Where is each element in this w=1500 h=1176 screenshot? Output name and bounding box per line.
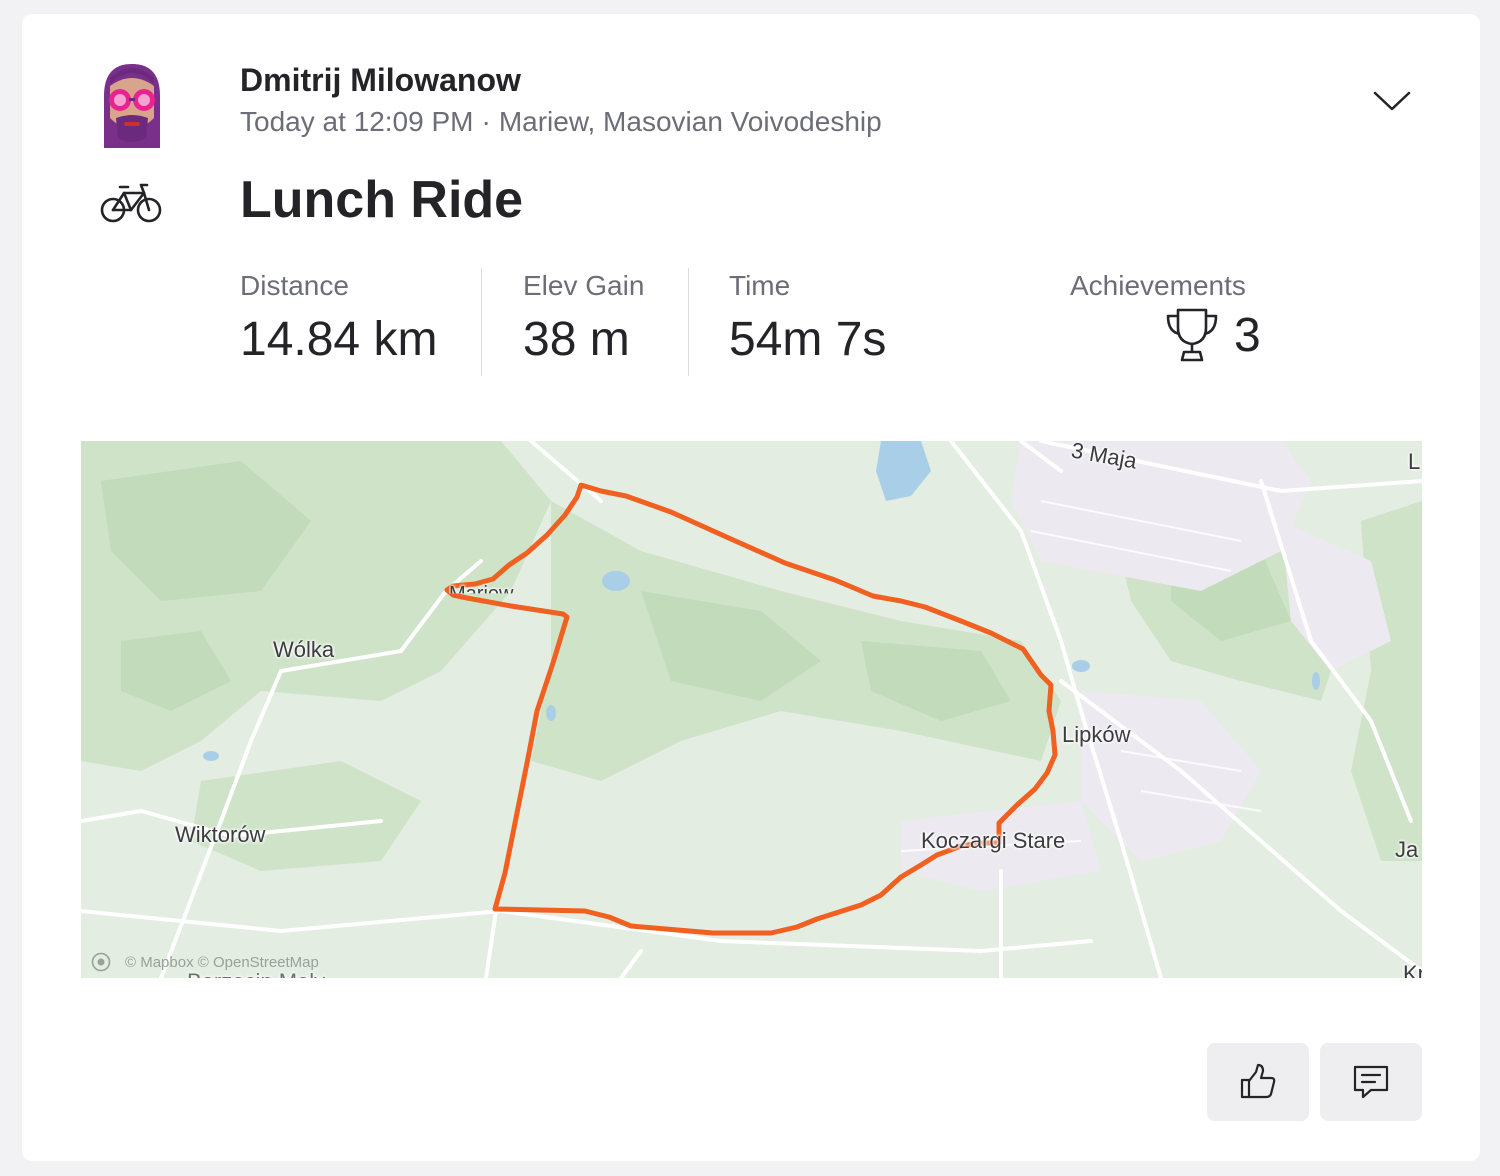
map-label: L xyxy=(1408,449,1421,474)
stat-label: Distance xyxy=(240,270,349,301)
chevron-down-icon[interactable] xyxy=(1372,88,1412,114)
achievements-label: Achievements xyxy=(1070,270,1246,301)
trophy-icon xyxy=(1166,308,1218,362)
map-label: Lipków xyxy=(1062,722,1131,747)
achievements-row[interactable]: 3 xyxy=(1164,306,1261,364)
kudos-button[interactable] xyxy=(1207,1043,1309,1121)
stat-value: 14.84 km xyxy=(240,313,438,366)
attribution-text[interactable]: © Mapbox © OpenStreetMap xyxy=(125,954,319,971)
activity-meta: Today at 12:09 PM · Mariew, Masovian Voivo… xyxy=(240,106,882,138)
stat-value: 54m 7s xyxy=(729,313,887,366)
route-map[interactable]: 3 Maja L Mariew Wólka Lipków Wiktorów Ko… xyxy=(81,441,1422,978)
map-label: Kr xyxy=(1403,961,1422,978)
stat-divider xyxy=(481,268,482,376)
map-canvas xyxy=(81,441,1422,978)
map-label: Wólka xyxy=(273,637,335,662)
activity-time: Today at 12:09 PM xyxy=(240,106,474,137)
bike-icon xyxy=(100,183,162,223)
stat-label: Elev Gain xyxy=(523,270,645,301)
comment-button[interactable] xyxy=(1320,1043,1422,1121)
thumbs-up-icon xyxy=(1240,1063,1276,1099)
achievements-count: 3 xyxy=(1234,308,1261,362)
map-label: Wiktorów xyxy=(175,822,266,847)
mapbox-logo-icon xyxy=(91,952,111,972)
activity-location: Mariew, Masovian Voivodeship xyxy=(498,106,882,137)
stat-time: Time 54m 7s xyxy=(729,270,886,367)
activity-title[interactable]: Lunch Ride xyxy=(240,170,523,230)
map-label: Ja xyxy=(1395,837,1419,862)
athlete-avatar[interactable] xyxy=(86,56,178,148)
meta-separator: · xyxy=(481,106,491,137)
stat-divider xyxy=(688,268,689,376)
comment-icon xyxy=(1353,1065,1389,1099)
stat-elev-gain: Elev Gain 38 m xyxy=(523,270,644,367)
stat-distance: Distance 14.84 km xyxy=(240,270,437,367)
map-label: Koczargi Stare xyxy=(921,828,1066,853)
athlete-name[interactable]: Dmitrij Milowanow xyxy=(240,62,521,99)
map-attribution[interactable]: © Mapbox © OpenStreetMap xyxy=(91,952,319,972)
stat-value: 38 m xyxy=(523,313,630,366)
stat-label: Time xyxy=(729,270,791,301)
